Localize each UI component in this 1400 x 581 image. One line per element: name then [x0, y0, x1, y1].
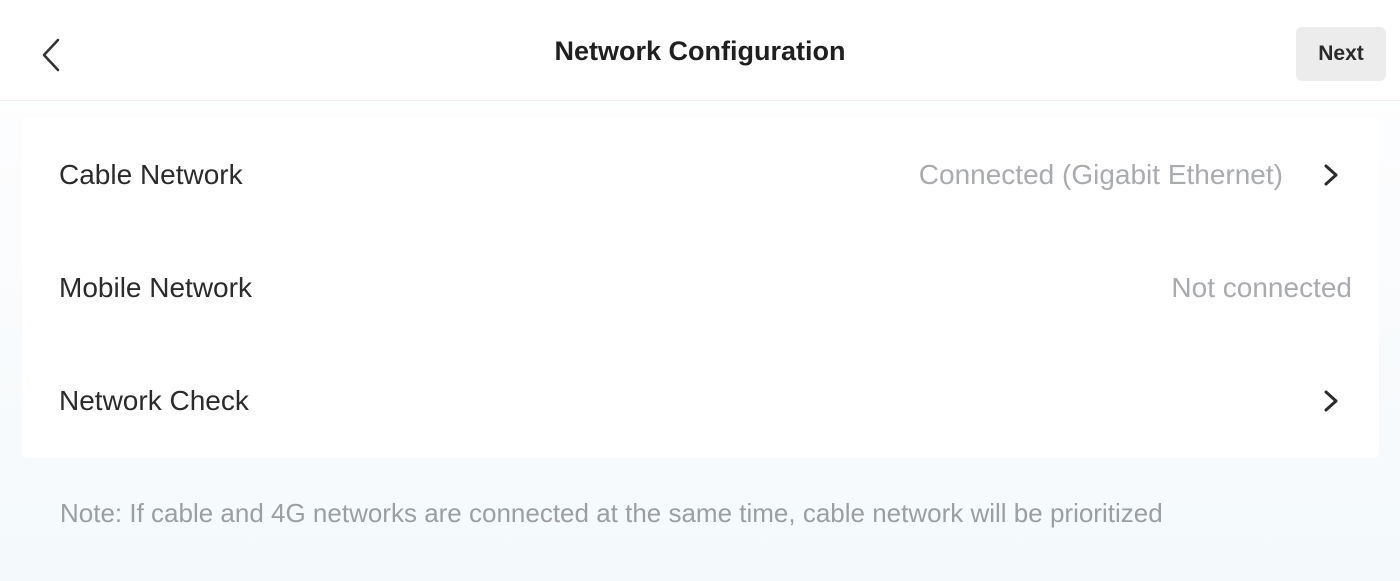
top-bar: Network Configuration Next [0, 0, 1400, 101]
chevron-right-icon [1324, 164, 1338, 185]
priority-note: Note: If cable and 4G networks are conne… [60, 498, 1163, 528]
cable-network-status: Connected (Gigabit Ethernet) [918, 158, 1283, 190]
mobile-network-status: Not connected [1171, 271, 1352, 303]
network-settings-card: Cable Network Connected (Gigabit Etherne… [22, 118, 1379, 458]
mobile-network-row[interactable]: Mobile Network Not connected [22, 231, 1379, 344]
network-check-row[interactable]: Network Check [22, 344, 1379, 457]
network-check-label: Network Check [59, 384, 249, 416]
chevron-right-icon [1324, 390, 1338, 411]
page-title: Network Configuration [554, 36, 846, 66]
network-configuration-page: Network Configuration Next Cable Network… [0, 0, 1400, 581]
cable-network-row[interactable]: Cable Network Connected (Gigabit Etherne… [22, 118, 1379, 231]
mobile-network-label: Mobile Network [59, 271, 252, 303]
cable-network-label: Cable Network [59, 158, 243, 190]
next-button[interactable]: Next [1296, 27, 1386, 81]
